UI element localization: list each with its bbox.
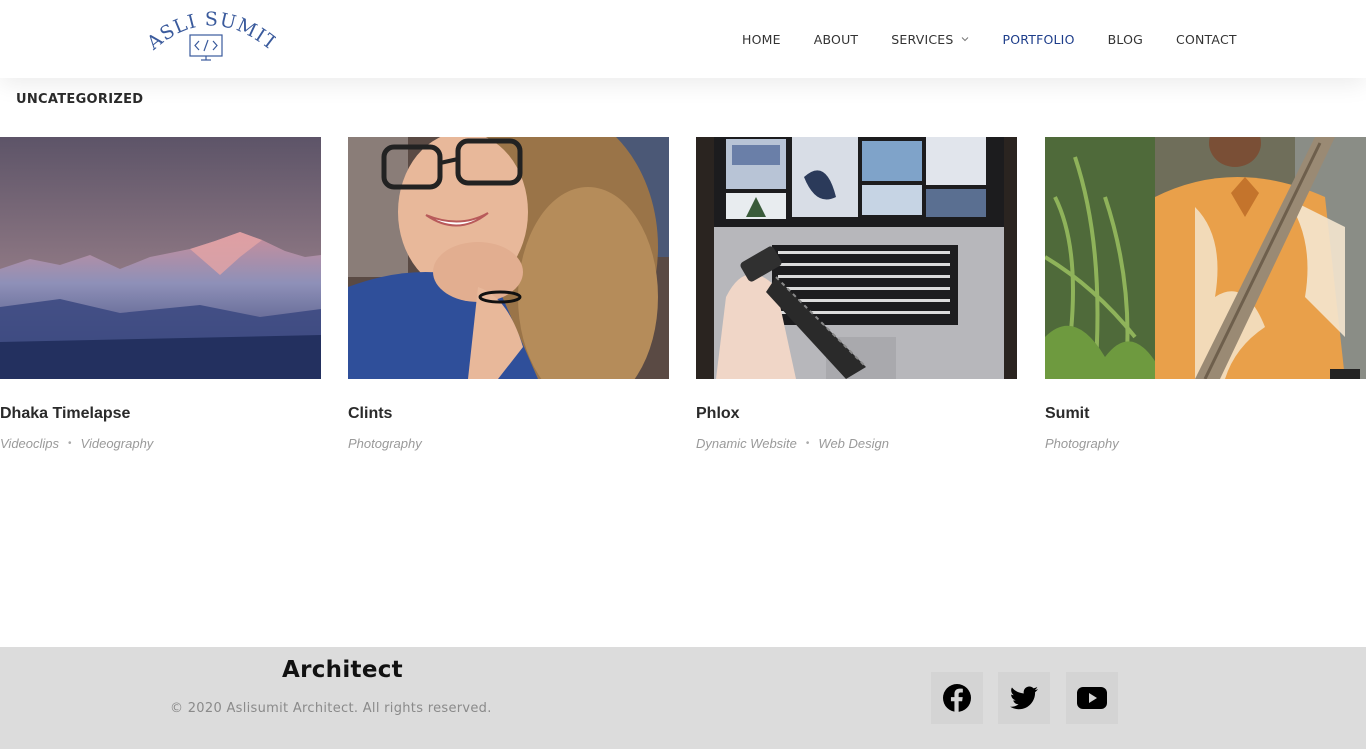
chevron-down-icon: [961, 37, 968, 42]
site-footer: Architect © 2020 Aslisumit Architect. Al…: [0, 647, 1366, 749]
nav-contact[interactable]: CONTACT: [1176, 32, 1237, 47]
portfolio-tag[interactable]: Videography: [81, 436, 154, 451]
nav-home-label: HOME: [742, 31, 781, 47]
footer-title: Architect: [282, 657, 403, 683]
portfolio-tags: Dynamic Website • Web Design: [696, 436, 889, 451]
facebook-icon: [943, 684, 971, 712]
youtube-link[interactable]: [1066, 672, 1118, 724]
tag-separator: •: [805, 438, 810, 449]
nav-contact-label: CONTACT: [1176, 31, 1237, 47]
portfolio-image-man[interactable]: [1045, 137, 1366, 379]
portfolio-title[interactable]: Phlox: [696, 405, 740, 423]
facebook-link[interactable]: [931, 672, 983, 724]
twitter-link[interactable]: [998, 672, 1050, 724]
site-header: ASLI SUMIT HOME ABOUT SERVICES PORTFOLIO…: [0, 0, 1366, 78]
nav-services-label: SERVICES: [891, 31, 954, 47]
nav-portfolio[interactable]: PORTFOLIO: [1003, 32, 1075, 47]
logo-text: ASLI SUMIT: [146, 10, 276, 55]
portfolio-card: Dhaka Timelapse Videoclips • Videography: [0, 137, 321, 467]
site-logo[interactable]: ASLI SUMIT: [146, 10, 276, 62]
portfolio-tag[interactable]: Web Design: [818, 436, 889, 451]
portfolio-card: Clints Photography: [348, 137, 669, 467]
tag-separator: •: [68, 438, 72, 449]
portfolio-card: Phlox Dynamic Website • Web Design: [696, 137, 1017, 467]
portfolio-title[interactable]: Clints: [348, 405, 392, 423]
code-monitor-icon: [189, 34, 223, 61]
nav-blog-label: BLOG: [1107, 31, 1144, 47]
portfolio-tag[interactable]: Videoclips: [0, 436, 59, 451]
portfolio-tags: Videoclips • Videography: [0, 436, 153, 451]
portfolio-tags: Photography: [348, 436, 422, 451]
portfolio-tag[interactable]: Photography: [1045, 436, 1119, 451]
portfolio-grid: Dhaka Timelapse Videoclips • Videography: [0, 137, 1366, 467]
nav-portfolio-label: PORTFOLIO: [1002, 31, 1075, 47]
footer-copyright: © 2020 Aslisumit Architect. All rights r…: [170, 701, 492, 716]
nav-services[interactable]: SERVICES: [891, 32, 969, 47]
portfolio-tags: Photography: [1045, 436, 1119, 451]
twitter-icon: [1010, 686, 1038, 710]
portfolio-tag[interactable]: Photography: [348, 436, 422, 451]
portfolio-title[interactable]: Dhaka Timelapse: [0, 405, 130, 423]
portfolio-image-woman[interactable]: [348, 137, 669, 379]
portfolio-tag[interactable]: Dynamic Website: [696, 436, 797, 451]
nav-about-label: ABOUT: [813, 31, 859, 47]
portfolio-title[interactable]: Sumit: [1045, 405, 1089, 423]
svg-text:ASLI SUMIT: ASLI SUMIT: [146, 10, 276, 55]
category-title: UNCATEGORIZED: [16, 92, 144, 107]
nav-blog[interactable]: BLOG: [1108, 32, 1143, 47]
portfolio-image-mountains[interactable]: [0, 137, 321, 379]
main-nav: HOME ABOUT SERVICES PORTFOLIO BLOG CONTA…: [742, 30, 1237, 48]
portfolio-card: Sumit Photography: [1045, 137, 1366, 467]
nav-home[interactable]: HOME: [742, 32, 781, 47]
portfolio-image-laptop[interactable]: [696, 137, 1017, 379]
youtube-icon: [1077, 687, 1107, 709]
nav-about[interactable]: ABOUT: [814, 32, 859, 47]
